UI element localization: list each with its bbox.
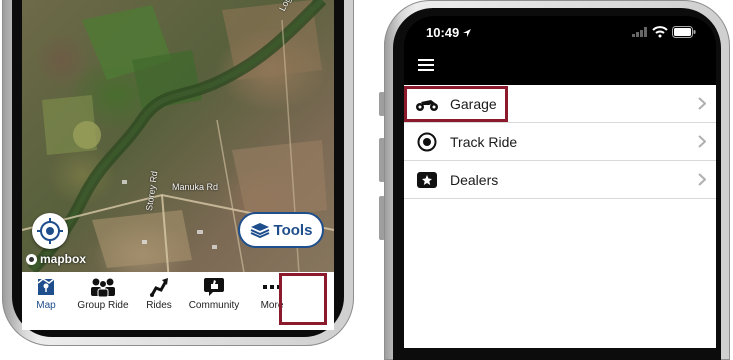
menu-item-dealers[interactable]: Dealers — [404, 161, 716, 199]
menu-list: Garage Track Ride Dealers — [404, 85, 716, 348]
chevron-right-icon — [698, 135, 706, 148]
battery-icon — [672, 26, 696, 38]
locate-me-button[interactable] — [32, 213, 68, 249]
signal-icon — [632, 27, 647, 37]
tab-rides[interactable]: Rides — [136, 272, 182, 330]
tab-group-ride[interactable]: Group Ride — [70, 272, 136, 330]
dealer-icon — [415, 171, 439, 189]
route-icon — [148, 276, 170, 298]
record-icon — [415, 132, 439, 152]
tab-map[interactable]: Map — [22, 272, 70, 330]
more-highlight-box — [279, 273, 327, 325]
tools-button[interactable]: Tools — [238, 212, 324, 248]
mapbox-attribution: mapbox — [26, 252, 86, 266]
status-icons — [632, 26, 696, 38]
layers-icon — [250, 223, 269, 238]
location-arrow-icon — [463, 28, 472, 37]
group-icon — [88, 276, 118, 298]
tab-group-ride-label: Group Ride — [77, 300, 129, 311]
map-icon — [36, 276, 56, 298]
menu-item-track-ride-label: Track Ride — [450, 133, 518, 150]
right-phone-screen: 10:49 Garage Track Ride Dealers — [404, 16, 716, 348]
chevron-right-icon — [698, 173, 706, 186]
thumbs-up-icon — [203, 276, 225, 298]
tab-community-label: Community — [188, 300, 240, 311]
mapbox-logo-icon — [26, 253, 37, 265]
map-features — [22, 0, 334, 318]
status-time: 10:49 — [426, 25, 472, 40]
hamburger-icon[interactable] — [418, 59, 434, 72]
status-bar: 10:49 — [404, 16, 716, 50]
menu-item-track-ride[interactable]: Track Ride — [404, 123, 716, 161]
tab-map-label: Map — [36, 300, 56, 311]
crosshair-icon — [37, 218, 63, 244]
road-label-manuka: Manuka Rd — [172, 182, 219, 192]
tab-rides-label: Rides — [146, 300, 172, 311]
garage-highlight-box — [404, 86, 508, 122]
satellite-map[interactable]: Manuka Rd Storey Rd Logan Rive — [22, 0, 334, 318]
chevron-right-icon — [698, 97, 706, 110]
tab-community[interactable]: Community — [182, 272, 246, 330]
wifi-icon — [652, 26, 668, 38]
tools-label: Tools — [273, 221, 313, 239]
menu-item-dealers-label: Dealers — [450, 171, 499, 188]
mapbox-text: mapbox — [40, 252, 87, 266]
clock-text: 10:49 — [426, 25, 460, 40]
